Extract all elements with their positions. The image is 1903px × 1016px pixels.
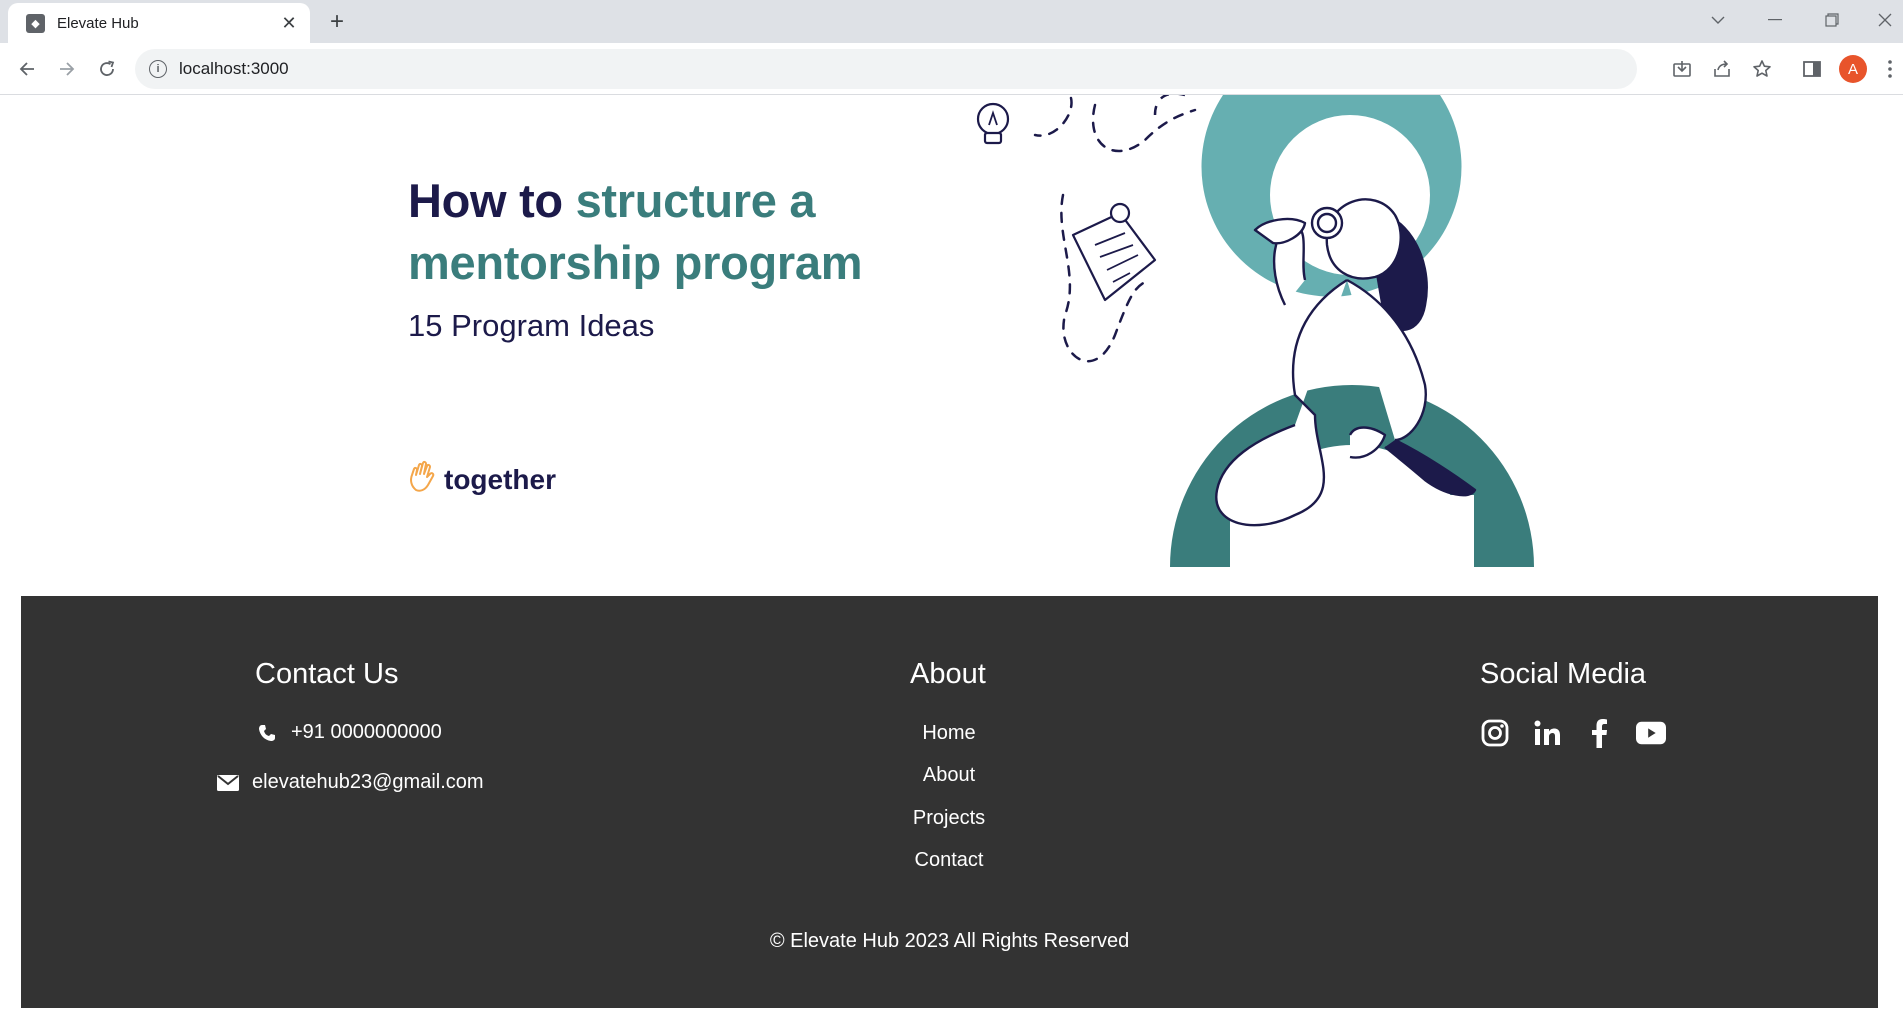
address-bar[interactable]: i localhost:3000: [135, 49, 1637, 89]
contact-heading: Contact Us: [255, 658, 399, 690]
back-icon[interactable]: [13, 55, 41, 83]
social-icons: [1480, 718, 1666, 748]
social-heading: Social Media: [1480, 658, 1647, 690]
brand-text: together: [444, 463, 556, 495]
footer-link-home[interactable]: Home: [849, 722, 1049, 745]
menu-kebab-icon[interactable]: [1876, 55, 1903, 83]
note-icon: [1071, 202, 1157, 302]
mentorship-illustration: [976, 95, 1534, 567]
facebook-icon[interactable]: [1584, 718, 1614, 748]
waving-hand-icon: [408, 460, 438, 499]
youtube-icon[interactable]: [1636, 718, 1666, 748]
email-row[interactable]: elevatehub23@gmail.com: [216, 771, 484, 794]
footer-link-contact[interactable]: Contact: [849, 849, 1049, 872]
envelope-icon: [216, 773, 240, 793]
browser-tab-strip: ◆ Elevate Hub ✕ +: [0, 0, 1903, 43]
hero-title: How to structure a mentorship program: [408, 170, 928, 294]
profile-avatar[interactable]: A: [1839, 55, 1867, 83]
restore-icon[interactable]: [1812, 6, 1852, 34]
copyright-text: © Elevate Hub 2023 All Rights Reserved: [769, 930, 1130, 952]
phone-row[interactable]: +91 0000000000: [255, 721, 442, 744]
hero-title-part1: How to: [408, 174, 576, 227]
new-tab-button[interactable]: +: [323, 8, 351, 36]
browser-toolbar: i localhost:3000 A: [0, 43, 1903, 95]
site-info-icon[interactable]: i: [149, 60, 167, 78]
footer: Contact Us +91 0000000000 elevatehub23@g…: [21, 596, 1878, 1008]
share-icon[interactable]: [1708, 55, 1736, 83]
hero-subtitle: 15 Program Ideas: [408, 308, 655, 343]
footer-link-about[interactable]: About: [849, 764, 1049, 787]
about-heading: About: [910, 658, 986, 690]
forward-icon[interactable]: [53, 55, 81, 83]
email-address: elevatehub23@gmail.com: [252, 771, 484, 793]
instagram-icon[interactable]: [1480, 718, 1510, 748]
close-window-icon[interactable]: [1865, 6, 1903, 34]
favicon-icon: ◆: [26, 13, 45, 33]
lightbulb-icon: [976, 102, 1010, 145]
tab-search-icon[interactable]: [1698, 6, 1738, 34]
browser-tab[interactable]: ◆ Elevate Hub ✕: [8, 3, 310, 43]
side-panel-icon[interactable]: [1798, 55, 1826, 83]
minimize-icon[interactable]: [1755, 6, 1795, 34]
phone-number: +91 0000000000: [291, 721, 442, 743]
footer-link-projects[interactable]: Projects: [849, 807, 1049, 830]
install-app-icon[interactable]: [1668, 55, 1696, 83]
bookmark-star-icon[interactable]: [1748, 55, 1776, 83]
url-text: localhost:3000: [179, 59, 289, 78]
phone-icon: [255, 723, 279, 743]
linkedin-icon[interactable]: [1532, 718, 1562, 748]
tab-title: Elevate Hub: [57, 14, 139, 32]
close-tab-icon[interactable]: ✕: [278, 12, 300, 34]
together-logo: together: [408, 460, 556, 499]
reload-icon[interactable]: [93, 55, 121, 83]
